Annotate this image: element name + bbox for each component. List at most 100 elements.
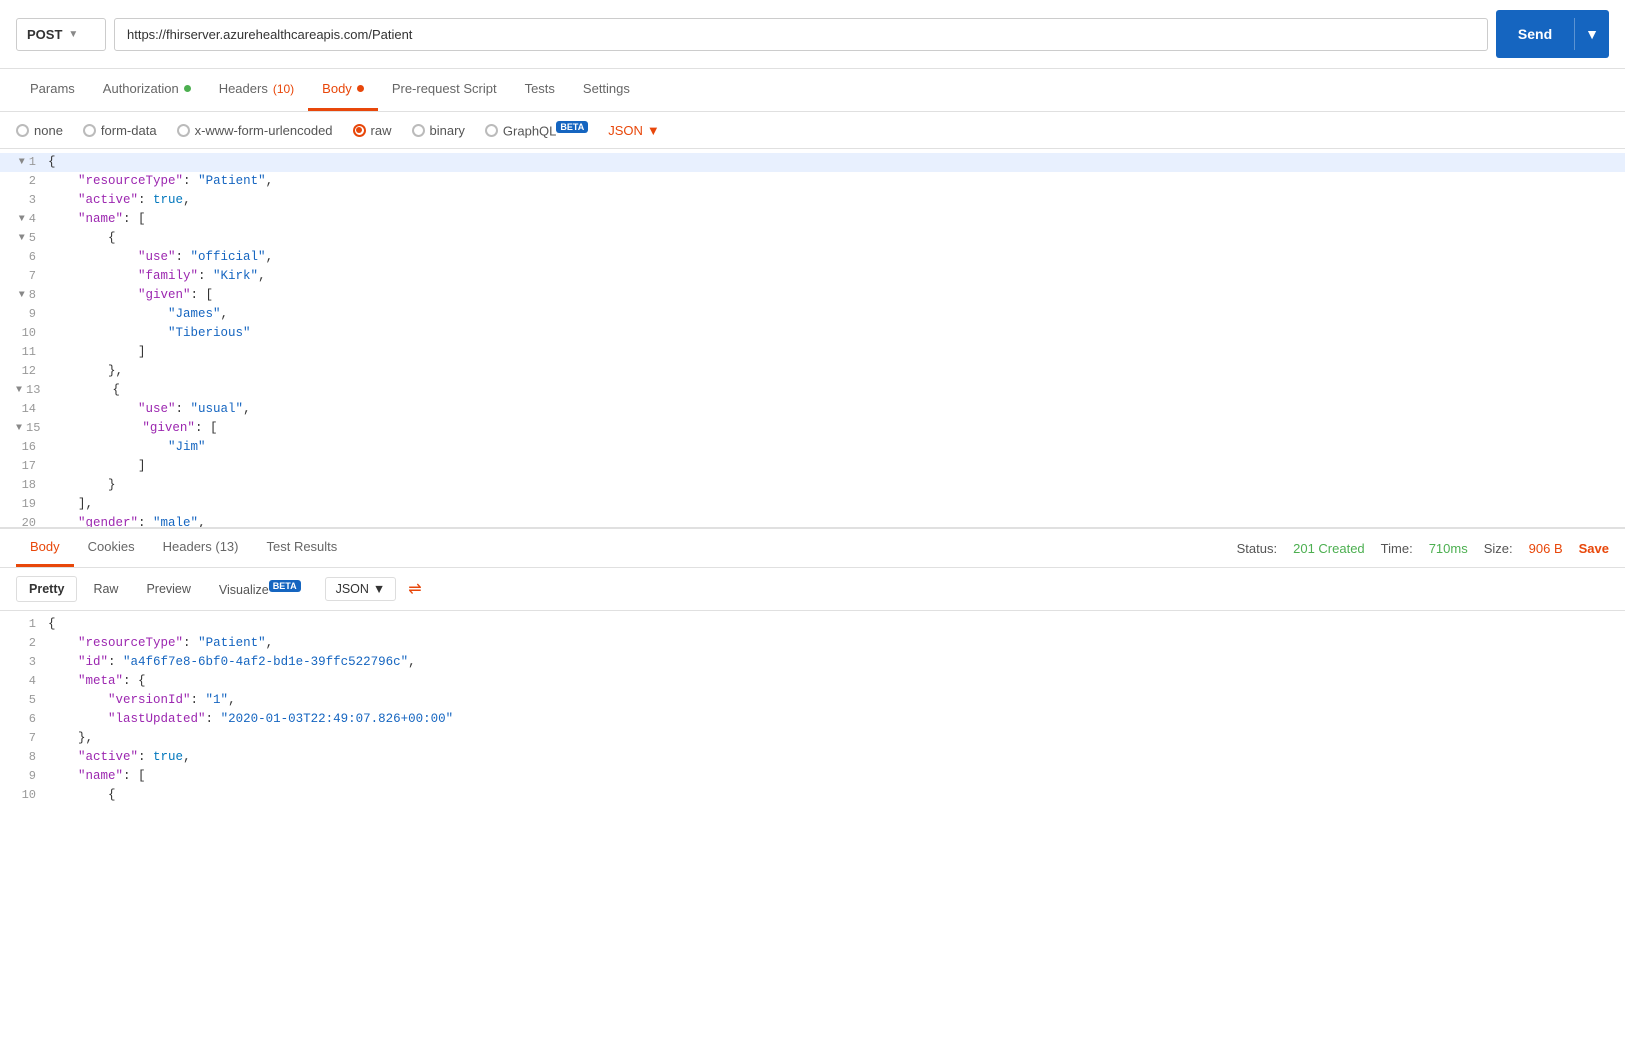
response-format-row: Pretty Raw Preview VisualizeBETA JSON ▼ … (0, 568, 1625, 611)
radio-raw (353, 124, 366, 137)
response-code-editor[interactable]: 1 { 2 "resourceType": "Patient", 3 "id":… (0, 611, 1625, 809)
size-value: 906 B (1529, 541, 1563, 556)
format-urlencoded[interactable]: x-www-form-urlencoded (177, 123, 333, 138)
tab-headers[interactable]: Headers (10) (205, 69, 308, 111)
method-chevron: ▼ (68, 29, 78, 40)
tab-params[interactable]: Params (16, 69, 89, 111)
status-value: 201 Created (1293, 541, 1365, 556)
code-line-15: ▼15 "given": [ (0, 419, 1625, 438)
resp-fmt-raw[interactable]: Raw (81, 577, 130, 601)
code-line-5: ▼5 { (0, 229, 1625, 248)
tab-params-label: Params (30, 81, 75, 96)
url-input[interactable] (114, 18, 1488, 51)
send-arrow[interactable]: ▼ (1574, 18, 1609, 50)
code-line-19: 19 ], (0, 495, 1625, 514)
body-format-row: none form-data x-www-form-urlencoded raw… (0, 112, 1625, 149)
format-none[interactable]: none (16, 123, 63, 138)
graphql-beta-badge: BETA (556, 121, 588, 133)
tab-pre-request[interactable]: Pre-request Script (378, 69, 511, 111)
format-form-data[interactable]: form-data (83, 123, 157, 138)
code-line-13: ▼13 { (0, 381, 1625, 400)
wrap-icon[interactable]: ⇌ (408, 579, 421, 599)
request-tabs: Params Authorization Headers (10) Body P… (0, 69, 1625, 112)
radio-graphql (485, 124, 498, 137)
code-line-18: 18 } (0, 476, 1625, 495)
time-label: Time: (1381, 541, 1413, 556)
size-label: Size: (1484, 541, 1513, 556)
tab-pre-request-label: Pre-request Script (392, 81, 497, 96)
headers-badge: (10) (273, 82, 294, 96)
format-graphql[interactable]: GraphQLBETA (485, 122, 588, 138)
code-line-10: 10 "Tiberious" (0, 324, 1625, 343)
resp-json-type-label: JSON (336, 582, 369, 596)
resp-tab-body[interactable]: Body (16, 529, 74, 567)
response-panel: Body Cookies Headers (13) Test Results S… (0, 529, 1625, 809)
method-select[interactable]: POST ▼ (16, 18, 106, 51)
code-line-14: 14 "use": "usual", (0, 400, 1625, 419)
visualize-beta-badge: BETA (269, 580, 301, 592)
response-tabs-row: Body Cookies Headers (13) Test Results S… (0, 529, 1625, 568)
method-label: POST (27, 27, 62, 42)
code-line-7: 7 "family": "Kirk", (0, 267, 1625, 286)
radio-form-data (83, 124, 96, 137)
request-code-editor[interactable]: ▼1 { 2 "resourceType": "Patient", 3 "act… (0, 149, 1625, 527)
format-raw[interactable]: raw (353, 123, 392, 138)
resp-fmt-visualize[interactable]: VisualizeBETA (207, 576, 313, 602)
resp-json-type-select[interactable]: JSON ▼ (325, 577, 397, 601)
format-binary[interactable]: binary (412, 123, 465, 138)
code-line-4: ▼4 "name": [ (0, 210, 1625, 229)
resp-line-6: 6 "lastUpdated": "2020-01-03T22:49:07.82… (0, 710, 1625, 729)
tab-body-label: Body (322, 81, 352, 96)
json-type-select[interactable]: JSON ▼ (608, 123, 660, 138)
resp-line-8: 8 "active": true, (0, 748, 1625, 767)
resp-tab-cookies[interactable]: Cookies (74, 529, 149, 567)
resp-line-7: 7 }, (0, 729, 1625, 748)
tab-headers-label: Headers (219, 81, 268, 96)
tab-body[interactable]: Body (308, 69, 378, 111)
code-line-16: 16 "Jim" (0, 438, 1625, 457)
radio-binary (412, 124, 425, 137)
tab-authorization-label: Authorization (103, 81, 179, 96)
headers-resp-badge: (13) (215, 539, 238, 554)
resp-line-4: 4 "meta": { (0, 672, 1625, 691)
tab-settings[interactable]: Settings (569, 69, 644, 111)
code-line-17: 17 ] (0, 457, 1625, 476)
json-type-chevron: ▼ (647, 123, 660, 138)
url-bar: POST ▼ Send ▼ (0, 0, 1625, 69)
code-line-2: 2 "resourceType": "Patient", (0, 172, 1625, 191)
code-line-9: 9 "James", (0, 305, 1625, 324)
code-line-20: 20 "gender": "male", (0, 514, 1625, 527)
code-line-8: ▼8 "given": [ (0, 286, 1625, 305)
resp-tab-test-results[interactable]: Test Results (252, 529, 351, 567)
resp-json-chevron: ▼ (373, 582, 385, 596)
status-label: Status: (1237, 541, 1277, 556)
code-line-11: 11 ] (0, 343, 1625, 362)
tab-tests-label: Tests (525, 81, 555, 96)
radio-none (16, 124, 29, 137)
response-status-area: Status: 201 Created Time: 710ms Size: 90… (1237, 541, 1609, 556)
send-button[interactable]: Send ▼ (1496, 10, 1609, 58)
request-editor: ▼1 { 2 "resourceType": "Patient", 3 "act… (0, 149, 1625, 529)
json-type-label: JSON (608, 123, 643, 138)
resp-line-3: 3 "id": "a4f6f7e8-6bf0-4af2-bd1e-39ffc52… (0, 653, 1625, 672)
resp-fmt-pretty[interactable]: Pretty (16, 576, 77, 602)
code-line-1: ▼1 { (0, 153, 1625, 172)
authorization-dot (184, 85, 191, 92)
save-button[interactable]: Save (1579, 541, 1609, 556)
code-line-6: 6 "use": "official", (0, 248, 1625, 267)
code-line-3: 3 "active": true, (0, 191, 1625, 210)
send-label: Send (1496, 18, 1574, 50)
time-value: 710ms (1429, 541, 1468, 556)
resp-line-9: 9 "name": [ (0, 767, 1625, 786)
resp-line-5: 5 "versionId": "1", (0, 691, 1625, 710)
code-line-12: 12 }, (0, 362, 1625, 381)
tab-authorization[interactable]: Authorization (89, 69, 205, 111)
resp-line-2: 2 "resourceType": "Patient", (0, 634, 1625, 653)
resp-fmt-preview[interactable]: Preview (134, 577, 202, 601)
body-dot (357, 85, 364, 92)
resp-line-10: 10 { (0, 786, 1625, 805)
resp-line-1: 1 { (0, 615, 1625, 634)
resp-tab-headers[interactable]: Headers (13) (149, 529, 253, 567)
radio-urlencoded (177, 124, 190, 137)
tab-tests[interactable]: Tests (511, 69, 569, 111)
